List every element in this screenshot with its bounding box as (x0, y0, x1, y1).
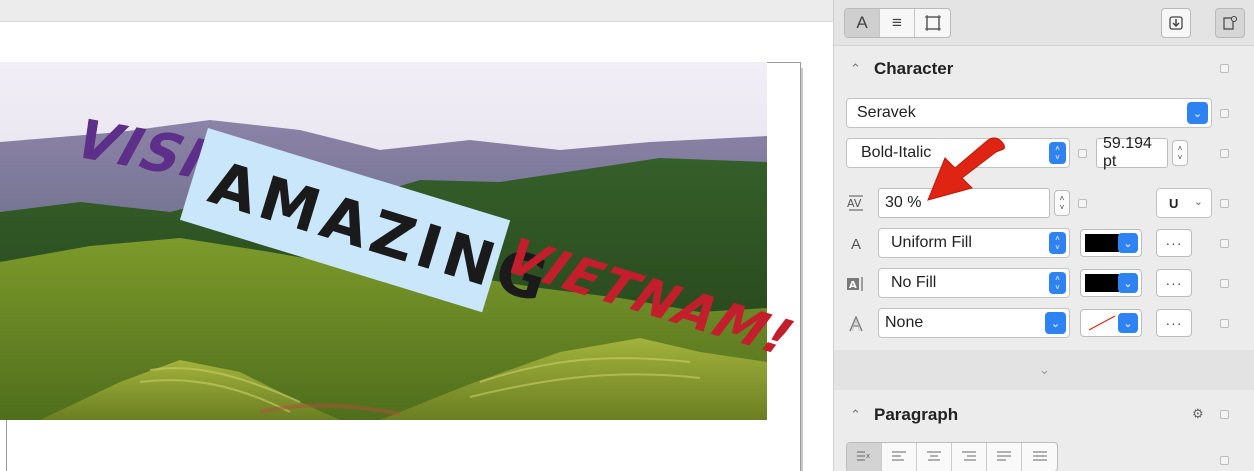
lock-icon[interactable] (1220, 239, 1229, 248)
align-force-justify-icon[interactable] (1022, 443, 1057, 471)
underline-dropdown[interactable]: U ⌄ (1156, 188, 1212, 218)
paragraph-tab-icon[interactable]: ≡ (880, 9, 915, 37)
paragraph-section-title: Paragraph (874, 405, 959, 424)
align-left-icon[interactable] (882, 443, 917, 471)
align-none-icon[interactable]: x (847, 443, 882, 471)
text-fill-icon: A (850, 235, 861, 253)
lock-icon[interactable] (1220, 410, 1229, 419)
kerning-stepper[interactable]: ˄ ˅ (1054, 190, 1070, 216)
lock-icon[interactable] (1220, 319, 1229, 328)
svg-text:AV: AV (847, 197, 862, 210)
underline-icon: U (1169, 195, 1179, 211)
chevron-down-icon[interactable]: ⌄ (1039, 362, 1050, 378)
import-icon[interactable] (1161, 8, 1191, 38)
align-center-icon[interactable] (917, 443, 952, 471)
lock-icon[interactable] (1220, 64, 1229, 73)
gear-icon[interactable]: ⚙ (1192, 406, 1204, 422)
font-size-value: 59.194 pt (1103, 135, 1152, 170)
fill-settings-button[interactable]: ··· (1156, 229, 1192, 257)
svg-text:A: A (849, 280, 857, 291)
lock-icon[interactable] (1220, 109, 1229, 118)
chevron-updown-icon: ˄ ˅ (1049, 142, 1066, 164)
background-fill-dropdown[interactable]: No Fill ˄ ˅ (878, 268, 1070, 298)
chevron-updown-icon: ˄ ˅ (1049, 272, 1066, 294)
fill-type-dropdown[interactable]: Uniform Fill ˄ ˅ (878, 228, 1070, 258)
kerning-field[interactable]: 30 % (878, 188, 1050, 218)
fill-color-picker[interactable]: ⌄ (1080, 229, 1142, 257)
expand-more-bar[interactable]: ⌄ (834, 350, 1254, 390)
font-size-field[interactable]: 59.194 pt (1096, 135, 1168, 170)
font-style-value: Bold-Italic (861, 144, 932, 161)
font-family-value: Seravek (857, 104, 916, 121)
fill-color-swatch (1085, 234, 1119, 252)
lock-icon[interactable] (1078, 149, 1087, 158)
kerning-value: 30 % (885, 194, 922, 211)
lock-icon[interactable] (1220, 456, 1229, 465)
font-size-stepper[interactable]: ˄ ˅ (1172, 140, 1188, 166)
character-tab-icon[interactable]: A (845, 9, 880, 37)
chevron-down-icon: ⌄ (1193, 196, 1203, 208)
lock-icon[interactable] (1078, 199, 1087, 208)
align-justify-icon[interactable] (987, 443, 1022, 471)
lock-icon[interactable] (1220, 199, 1229, 208)
lock-icon[interactable] (1220, 149, 1229, 158)
character-section-header[interactable]: ⌃ Character (834, 49, 1254, 89)
chevron-down-icon: ⌄ (1118, 313, 1138, 333)
text-outline-icon (846, 313, 866, 335)
fill-type-value: Uniform Fill (891, 234, 972, 251)
chevron-down-icon: ⌄ (1187, 102, 1208, 124)
background-fill-value: No Fill (891, 274, 937, 291)
chevron-down-icon: ⌄ (1118, 273, 1138, 293)
outline-color-picker[interactable]: ⌄ (1080, 309, 1142, 337)
frame-tab-icon[interactable] (915, 9, 950, 37)
paragraph-section-header[interactable]: ⌃ Paragraph (834, 395, 1254, 435)
docker-options-icon[interactable] (1215, 8, 1245, 38)
outline-dropdown[interactable]: None ⌄ (878, 308, 1070, 338)
panel-mode-segment: A ≡ (844, 8, 951, 38)
chevron-updown-icon: ˄ ˅ (1049, 232, 1066, 254)
drawing-canvas[interactable]: VISIT AMAZING VIETNAM! (0, 0, 833, 471)
background-color-swatch (1085, 274, 1119, 292)
font-family-dropdown[interactable]: Seravek ⌄ (846, 98, 1212, 128)
font-style-dropdown[interactable]: Bold-Italic ˄ ˅ (846, 138, 1070, 168)
outline-value: None (885, 314, 924, 331)
canvas-ruler-bar (0, 0, 833, 22)
character-section-title: Character (874, 59, 954, 78)
paragraph-alignment-group: x (846, 442, 1058, 471)
collapse-chevron-icon[interactable]: ⌃ (850, 407, 864, 423)
kerning-icon: AV (846, 192, 866, 214)
chevron-down-icon: ⌄ (1118, 233, 1138, 253)
align-right-icon[interactable] (952, 443, 987, 471)
background-fill-icon: A (846, 273, 866, 295)
chevron-down-icon: ⌄ (1045, 312, 1066, 334)
background-fill-settings-button[interactable]: ··· (1156, 269, 1192, 297)
lock-icon[interactable] (1220, 279, 1229, 288)
outline-settings-button[interactable]: ··· (1156, 309, 1192, 337)
svg-text:x: x (866, 452, 870, 460)
collapse-chevron-icon[interactable]: ⌃ (850, 61, 864, 77)
panel-tab-bar: A ≡ (834, 0, 1254, 46)
background-color-picker[interactable]: ⌄ (1080, 269, 1142, 297)
text-properties-panel: A ≡ ⌃ Character Seravek ⌄ Bold-Italic ˄ ˅… (833, 0, 1254, 471)
